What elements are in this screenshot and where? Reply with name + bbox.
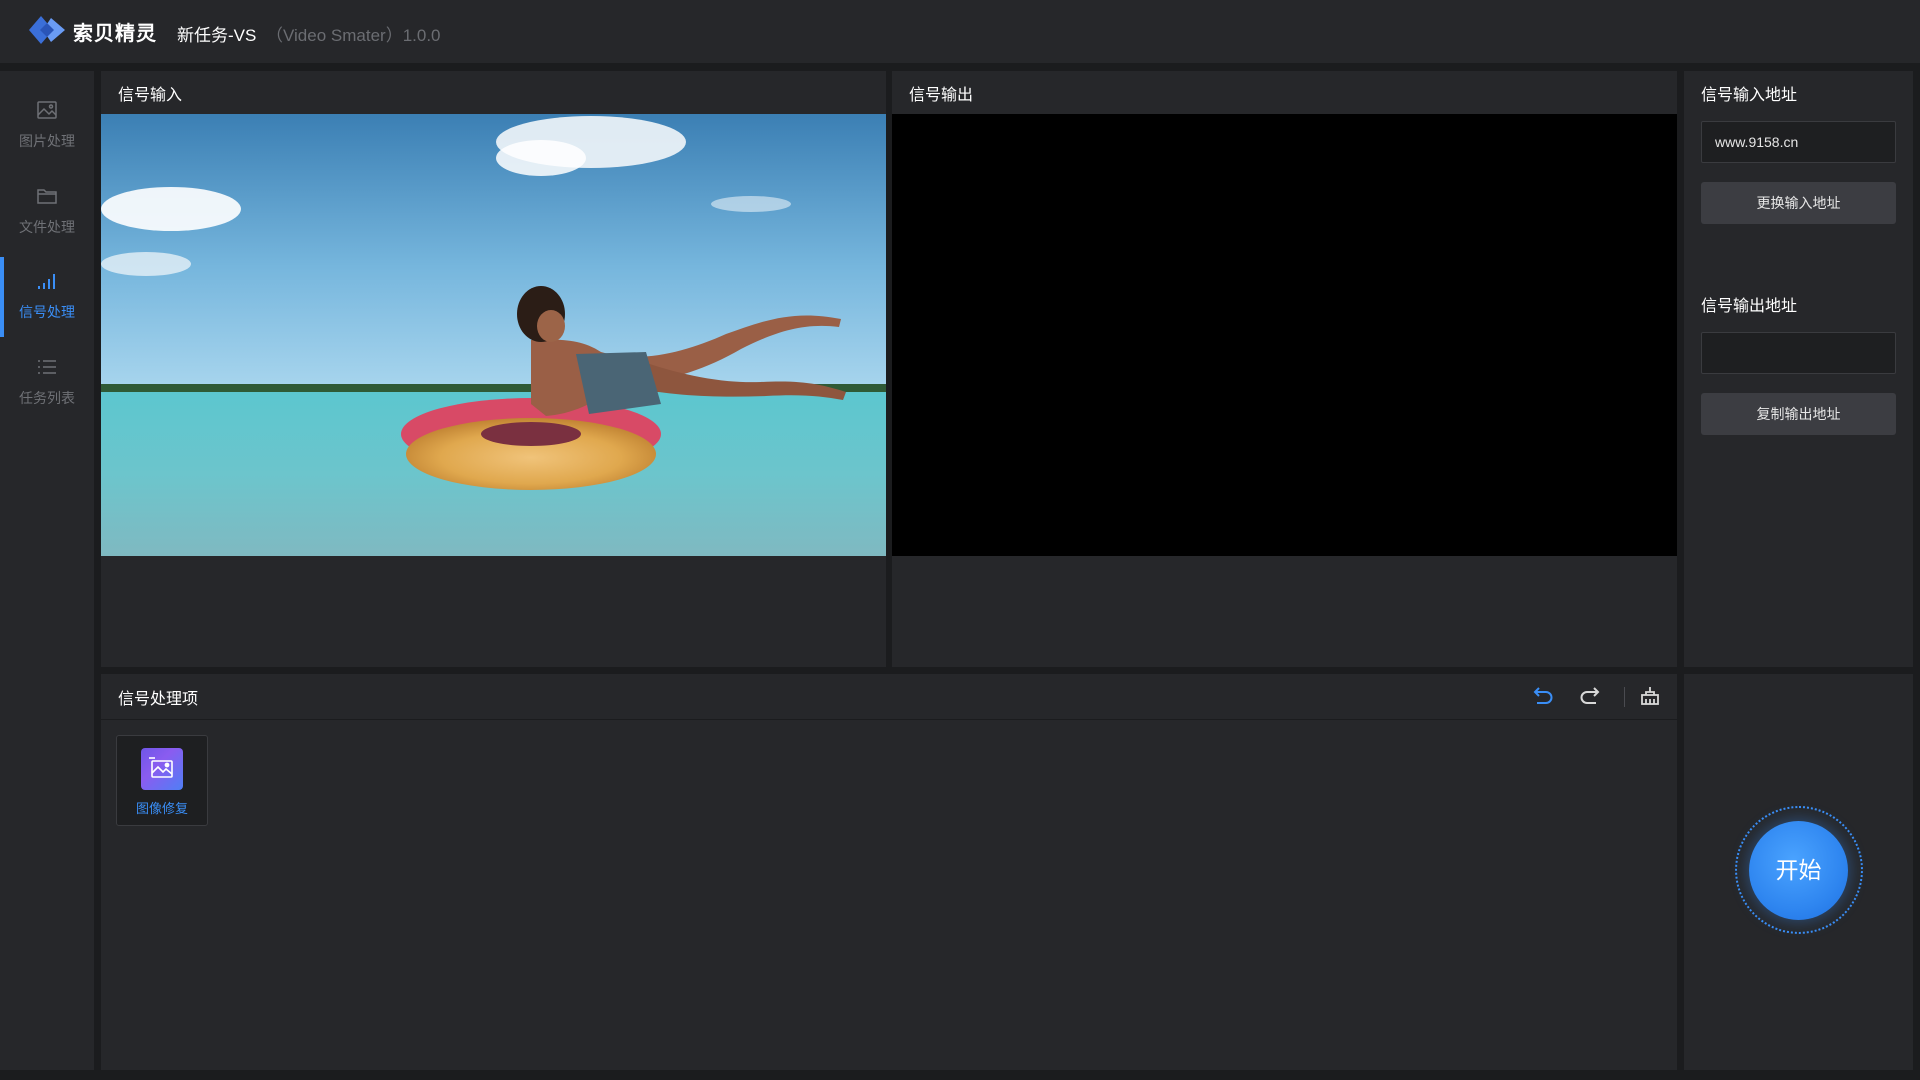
sidebar-item-label: 图片处理 <box>19 133 75 149</box>
processing-item-image-repair[interactable]: 图像修复 <box>116 735 208 826</box>
app-version: （Video Smater）1.0.0 <box>266 26 441 45</box>
sidebar-item-task-list[interactable]: 任务列表 <box>0 341 94 421</box>
sidebar-item-label: 文件处理 <box>19 219 75 235</box>
start-button[interactable]: 开始 <box>1749 821 1848 920</box>
change-input-address-button[interactable]: 更换输入地址 <box>1701 182 1896 224</box>
signal-processing-title: 信号处理项 <box>118 691 199 708</box>
signal-processing-panel <box>101 674 1677 1070</box>
input-address-title: 信号输入地址 <box>1701 87 1798 104</box>
signal-bars-icon <box>38 274 55 289</box>
list-icon <box>38 360 56 374</box>
signal-input-title: 信号输入 <box>118 87 183 104</box>
task-name: 新任务-VS <box>177 26 257 45</box>
panel-divider <box>101 719 1677 720</box>
image-icon <box>37 101 57 119</box>
copy-output-address-button[interactable]: 复制输出地址 <box>1701 393 1896 435</box>
sidebar-item-signal-processing[interactable]: 信号处理 <box>0 255 94 337</box>
toolbar-separator <box>1624 687 1625 707</box>
undo-icon[interactable] <box>1529 683 1555 709</box>
sidebar: 图片处理 文件处理 信号处理 任务列表 <box>0 71 94 1070</box>
signal-output-title: 信号输出 <box>909 87 974 104</box>
input-address-field[interactable]: www.9158.cn <box>1701 121 1896 163</box>
sidebar-item-label: 任务列表 <box>19 390 75 406</box>
signal-input-preview <box>101 114 886 556</box>
sidebar-item-image-processing[interactable]: 图片处理 <box>0 84 94 164</box>
clear-icon[interactable] <box>1637 683 1663 709</box>
app-logo-icon <box>29 16 65 44</box>
redo-icon[interactable] <box>1578 683 1604 709</box>
image-repair-icon <box>141 748 183 790</box>
sidebar-item-file-processing[interactable]: 文件处理 <box>0 170 94 250</box>
sidebar-item-label: 信号处理 <box>19 304 75 320</box>
processing-item-label: 图像修复 <box>135 801 188 816</box>
output-address-field[interactable] <box>1701 332 1896 374</box>
output-address-title: 信号输出地址 <box>1701 298 1798 315</box>
brand-name: 索贝精灵 <box>73 23 157 45</box>
signal-output-preview <box>892 114 1677 556</box>
folder-icon <box>37 189 57 204</box>
preview-image <box>101 114 886 556</box>
